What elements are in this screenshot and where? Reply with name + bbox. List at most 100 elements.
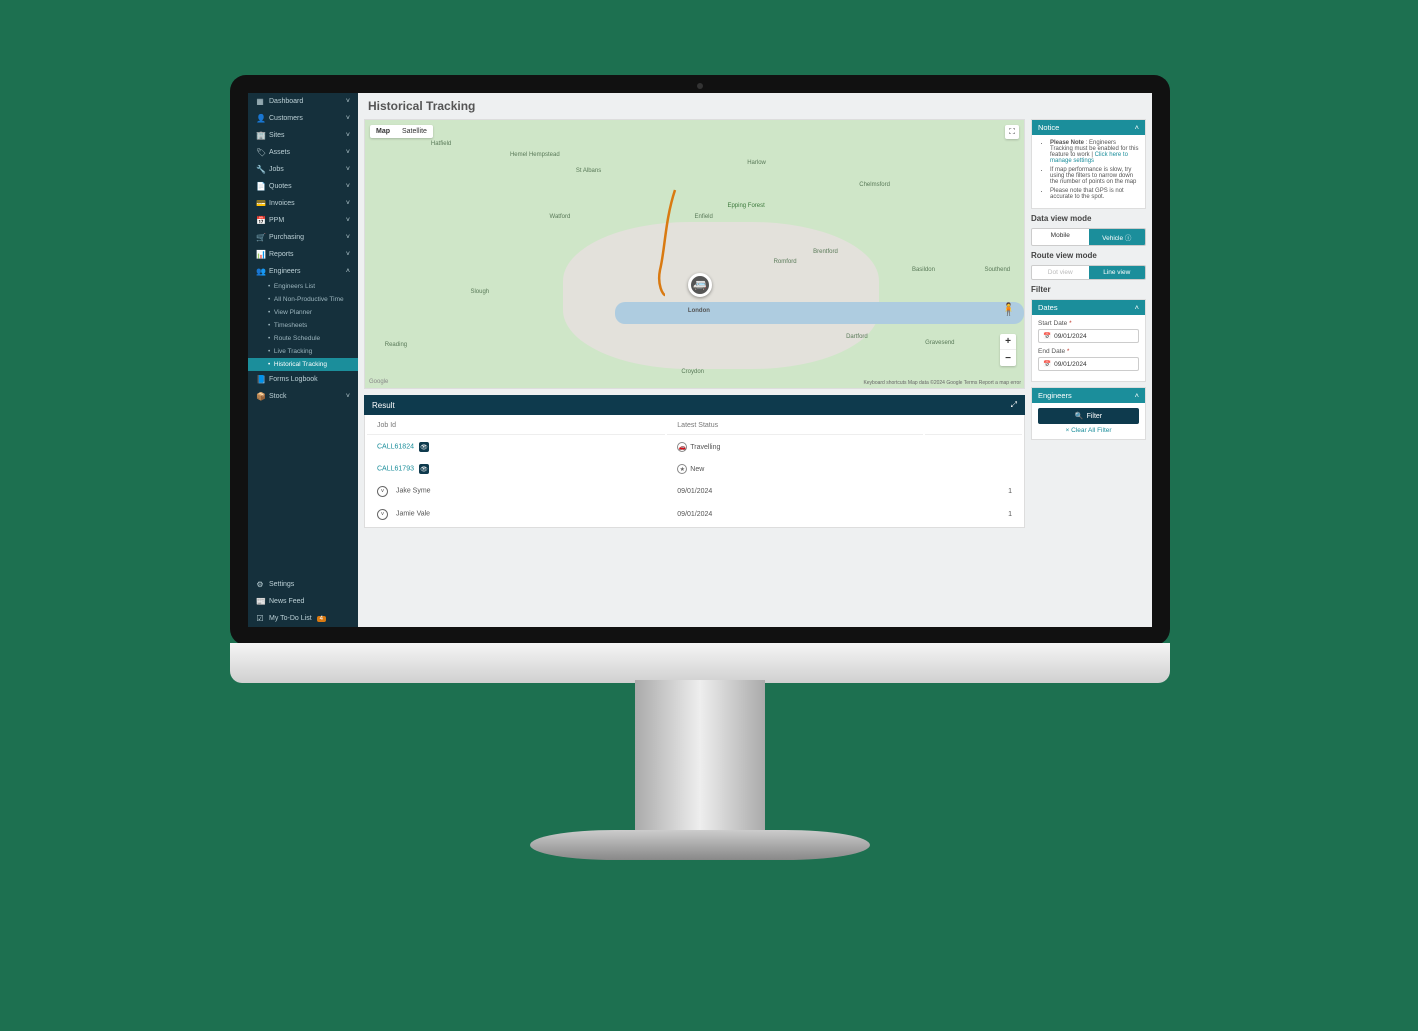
sidebar-item-stock[interactable]: 📦 Stock ˅ [248, 388, 358, 405]
sidebar-item-label: Jobs [269, 166, 284, 173]
chevron-down-icon: ˅ [346, 200, 350, 207]
sidebar-item-settings[interactable]: ⚙ Settings [248, 576, 358, 593]
main-content: Historical Tracking Hatfield Watford [358, 93, 1152, 627]
table-row: ˅ Jake Syme 09/01/2024 1 [367, 481, 1022, 502]
nav-icon: ⚙ [256, 580, 264, 589]
sidebar-subitem-all-non-productive-time[interactable]: • All Non-Productive Time [248, 293, 358, 306]
expand-row-icon[interactable]: ˅ [377, 486, 388, 497]
map[interactable]: Hatfield Watford St Albans Chelmsford Sl… [364, 119, 1025, 389]
nav-icon: 👥 [256, 267, 264, 276]
sidebar-item-label: Dashboard [269, 98, 303, 105]
pegman-icon[interactable]: 🧍 [1001, 302, 1016, 316]
filter-label: Filter [1031, 285, 1146, 294]
engineer-name: Jamie Vale [396, 511, 430, 518]
result-table: Job Id Latest Status CALL61824 👁 🚗Travel… [364, 415, 1025, 528]
clear-all-filter[interactable]: × Clear All Filter [1038, 427, 1139, 434]
sidebar-item-ppm[interactable]: 📅 PPM ˅ [248, 212, 358, 229]
sidebar-item-my-to-do-list[interactable]: ☑ My To-Do List 4 [248, 610, 358, 627]
sidebar-item-sites[interactable]: 🏢 Sites ˅ [248, 127, 358, 144]
sidebar-item-assets[interactable]: 🏷 Assets ˅ [248, 144, 358, 161]
table-row: ˅ Jamie Vale 09/01/2024 1 [367, 504, 1022, 525]
google-logo: Google [369, 379, 388, 385]
eye-icon[interactable]: 👁 [419, 464, 429, 474]
data-view-mobile[interactable]: Mobile [1032, 229, 1089, 245]
sidebar-item-quotes[interactable]: 📄 Quotes ˅ [248, 178, 358, 195]
monitor-stand-neck [635, 680, 765, 840]
page-title: Historical Tracking [358, 93, 1152, 119]
end-date-label: End Date [1038, 348, 1065, 355]
start-date-input[interactable]: 📅 09/01/2024 [1038, 329, 1139, 343]
job-link[interactable]: CALL61824 [377, 444, 414, 451]
end-date-input[interactable]: 📅 09/01/2024 [1038, 357, 1139, 371]
map-tab-satellite[interactable]: Satellite [396, 125, 433, 138]
dates-title: Dates [1038, 303, 1058, 312]
sidebar-item-invoices[interactable]: 💳 Invoices ˅ [248, 195, 358, 212]
row-count: 1 [925, 504, 1022, 525]
nav-icon: 📊 [256, 250, 264, 259]
sidebar-item-dashboard[interactable]: ▦ Dashboard ˅ [248, 93, 358, 110]
map-tab-map[interactable]: Map [370, 125, 396, 138]
sidebar: ▦ Dashboard ˅👤 Customers ˅🏢 Sites ˅🏷 Ass… [248, 93, 358, 627]
chevron-down-icon: ˅ [346, 217, 350, 224]
monitor-stand-base [530, 830, 870, 860]
nav-icon: 🛒 [256, 233, 264, 242]
collapse-icon[interactable]: ˄ [1135, 391, 1139, 400]
sidebar-item-news-feed[interactable]: 📰 News Feed [248, 593, 358, 610]
map-zoom-controls: + − [1000, 334, 1016, 366]
notice-item: If map performance is slow, try using th… [1050, 167, 1139, 185]
sidebar-item-engineers[interactable]: 👥 Engineers ˄ [248, 263, 358, 280]
sidebar-subitem-route-schedule[interactable]: • Route Schedule [248, 332, 358, 345]
sidebar-item-reports[interactable]: 📊 Reports ˅ [248, 246, 358, 263]
chevron-down-icon: ˅ [346, 115, 350, 122]
sidebar-subitem-view-planner[interactable]: • View Planner [248, 306, 358, 319]
map-attribution: Keyboard shortcuts Map data ©2024 Google… [863, 380, 1021, 386]
route-view-dot[interactable]: Dot view [1032, 266, 1089, 279]
result-title: Result [372, 401, 395, 410]
data-view-toggle: Mobile Vehicle ⓘ [1031, 228, 1146, 246]
chevron-down-icon: ˅ [346, 251, 350, 258]
chevron-down-icon: ˅ [346, 149, 350, 156]
expand-row-icon[interactable]: ˅ [377, 509, 388, 520]
nav-icon: 🔧 [256, 165, 264, 174]
filter-button[interactable]: 🔍 Filter [1038, 408, 1139, 424]
route-view-line[interactable]: Line view [1089, 266, 1146, 279]
sidebar-item-label: Customers [269, 115, 303, 122]
sidebar-item-label: Invoices [269, 200, 295, 207]
monitor-chin [230, 643, 1170, 683]
map-vehicle-pin[interactable]: 🚐 [688, 273, 712, 297]
sidebar-subitem-timesheets[interactable]: • Timesheets [248, 319, 358, 332]
collapse-icon[interactable]: ˄ [1135, 303, 1139, 312]
sidebar-item-customers[interactable]: 👤 Customers ˅ [248, 110, 358, 127]
sidebar-subitem-live-tracking[interactable]: • Live Tracking [248, 345, 358, 358]
todo-count-badge: 4 [317, 616, 326, 622]
eye-icon[interactable]: 👁 [419, 442, 429, 452]
sidebar-subitem-engineers-list[interactable]: • Engineers List [248, 280, 358, 293]
route-view-toggle: Dot view Line view [1031, 265, 1146, 280]
data-view-label: Data view mode [1031, 214, 1146, 223]
sidebar-item-label: Assets [269, 149, 290, 156]
sidebar-item-label: Stock [269, 393, 287, 400]
sidebar-item-jobs[interactable]: 🔧 Jobs ˅ [248, 161, 358, 178]
chevron-up-icon: ˄ [346, 268, 350, 275]
notice-item: Please Note : Engineers Tracking must be… [1050, 140, 1139, 164]
fullscreen-icon[interactable]: ⛶ [1005, 125, 1019, 139]
chevron-down-icon: ˅ [346, 132, 350, 139]
sidebar-subitem-historical-tracking[interactable]: • Historical Tracking [248, 358, 358, 371]
expand-icon[interactable]: ⤢ [1011, 400, 1017, 410]
zoom-out-button[interactable]: − [1000, 350, 1016, 366]
chevron-down-icon: ˅ [346, 393, 350, 400]
sidebar-item-label: Settings [269, 581, 294, 588]
sidebar-item-purchasing[interactable]: 🛒 Purchasing ˅ [248, 229, 358, 246]
data-view-vehicle[interactable]: Vehicle ⓘ [1089, 229, 1146, 245]
job-link[interactable]: CALL61793 [377, 466, 414, 473]
manage-settings-link[interactable]: Click here to manage settings [1050, 152, 1128, 164]
sidebar-item-label: News Feed [269, 598, 304, 605]
sidebar-item-label: Quotes [269, 183, 292, 190]
route-view-label: Route view mode [1031, 251, 1146, 260]
sidebar-item-forms-logbook[interactable]: 📘 Forms Logbook [248, 371, 358, 388]
collapse-icon[interactable]: ˄ [1135, 123, 1139, 132]
sidebar-item-label: PPM [269, 217, 284, 224]
zoom-in-button[interactable]: + [1000, 334, 1016, 350]
right-column: Notice ˄ Please Note : Engineers Trackin… [1031, 119, 1146, 621]
calendar-icon: 📅 [1043, 360, 1051, 368]
